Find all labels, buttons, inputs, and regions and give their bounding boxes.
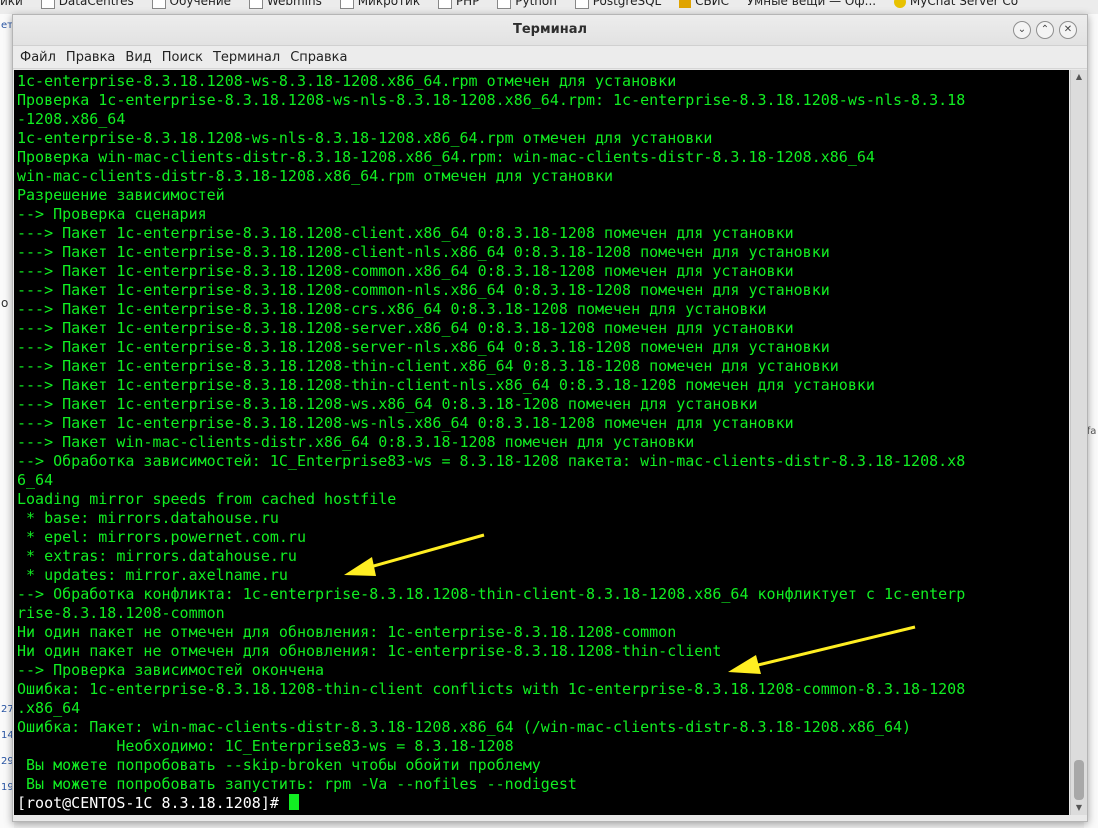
bookmark-datacentres[interactable]: DataCentres xyxy=(40,0,134,9)
bookmark-label: СБИС xyxy=(695,0,730,8)
bookmark-smart-things[interactable]: Умные вещи — Оф... xyxy=(747,0,876,8)
terminal-line: Проверка win-mac-clients-distr-8.3.18-12… xyxy=(17,148,875,166)
menu-terminal[interactable]: Терминал xyxy=(210,47,283,69)
window-titlebar[interactable]: Терминал ⌄ ⌃ ✕ xyxy=(13,15,1087,46)
folder-icon xyxy=(497,0,512,9)
browser-bookmarks-bar: ики DataCentres Обучение Webmins Микроти… xyxy=(0,0,1098,14)
terminal-line: --> Проверка сценария xyxy=(17,205,207,223)
terminal-line: ---> Пакет 1c-enterprise-8.3.18.1208-com… xyxy=(17,262,794,280)
terminal-line: Вы можете попробовать --skip-broken чтоб… xyxy=(17,756,541,774)
menu-view[interactable]: Вид xyxy=(122,47,154,69)
terminal-prompt-line[interactable]: [root@CENTOS-1C 8.3.18.1208]# xyxy=(17,794,1069,813)
terminal-line: ---> Пакет 1c-enterprise-8.3.18.1208-thi… xyxy=(17,376,875,394)
bookmark-label: Микротик xyxy=(357,0,421,8)
scroll-down-arrow-icon[interactable]: ▼ xyxy=(1071,801,1087,815)
bookmark-mychat[interactable]: MyChat Server Co xyxy=(893,0,1019,8)
terminal-line: Ошибка: Пакет: win-mac-clients-distr-8.3… xyxy=(17,718,912,736)
terminal-line: ---> Пакет win-mac-clients-distr.x86_64 … xyxy=(17,433,695,451)
maximize-button[interactable]: ⌃ xyxy=(1036,21,1054,39)
terminal-line: --> Обработка зависимостей: 1C_Enterpris… xyxy=(17,452,966,470)
vertical-scrollbar[interactable]: ▲ ▼ xyxy=(1070,70,1087,815)
menu-bar: Файл Правка Вид Поиск Терминал Справка xyxy=(13,46,1087,69)
terminal-line: * updates: mirror.axelname.ru xyxy=(17,566,288,584)
terminal-line: Вы можете попробовать запустить: rpm -Va… xyxy=(17,775,577,793)
terminal-line: Ошибка: 1c-enterprise-8.3.18.1208-thin-c… xyxy=(17,680,966,698)
terminal-line: ---> Пакет 1c-enterprise-8.3.18.1208-ser… xyxy=(17,319,794,337)
terminal-line: ---> Пакет 1c-enterprise-8.3.18.1208-cli… xyxy=(17,224,794,242)
scroll-up-arrow-icon[interactable]: ▲ xyxy=(1071,70,1087,84)
bookmark-python[interactable]: Python xyxy=(497,0,557,9)
bookmark-label: Webmins xyxy=(266,0,322,8)
terminal-line: ---> Пакет 1c-enterprise-8.3.18.1208-ser… xyxy=(17,338,830,356)
bookmark-label: ики xyxy=(0,0,23,8)
folder-icon xyxy=(40,0,55,9)
bookmark-label: Умные вещи — Оф... xyxy=(746,0,877,8)
terminal-line: Проверка 1c-enterprise-8.3.18.1208-ws-nl… xyxy=(17,91,966,109)
terminal-line: --> Обработка конфликта: 1c-enterprise-8… xyxy=(17,585,966,603)
bookmark-label: PHP xyxy=(455,0,480,8)
sbis-logo-icon xyxy=(679,0,692,8)
terminal-line: Ни один пакет не отмечен для обновления:… xyxy=(17,642,722,660)
terminal-line: 6_64 xyxy=(17,471,54,489)
terminal-line: ---> Пакет 1c-enterprise-8.3.18.1208-crs… xyxy=(17,300,767,318)
folder-icon xyxy=(339,0,354,9)
menu-search[interactable]: Поиск xyxy=(159,47,206,69)
bookmark-label: Обучение xyxy=(169,0,231,8)
terminal-line: Разрешение зависимостей xyxy=(17,186,225,204)
bookmark-postgresql[interactable]: PostgreSQL xyxy=(574,0,662,9)
folder-icon xyxy=(574,0,589,9)
terminal-line: * epel: mirrors.powernet.com.ru xyxy=(17,528,306,546)
menu-file[interactable]: Файл xyxy=(17,47,59,69)
bookmark-label: MyChat Server Co xyxy=(909,0,1019,8)
terminal-line: Необходимо: 1C_Enterprise83-ws = 8.3.18-… xyxy=(17,737,514,755)
terminal-line: 1c-enterprise-8.3.18.1208-ws-8.3.18-1208… xyxy=(17,72,677,90)
bookmark-obuchenie[interactable]: Обучение xyxy=(151,0,231,9)
terminal-line: 1c-enterprise-8.3.18.1208-ws-nls-8.3.18-… xyxy=(17,129,713,147)
menu-help[interactable]: Справка xyxy=(287,47,350,69)
terminal-line: -1208.x86_64 xyxy=(17,110,126,128)
bookmark-label: DataCentres xyxy=(58,0,134,8)
folder-icon xyxy=(248,0,263,9)
terminal-line: ---> Пакет 1c-enterprise-8.3.18.1208-cli… xyxy=(17,243,830,261)
terminal-line: .x86_64 xyxy=(17,699,81,717)
terminal-lines: 1c-enterprise-8.3.18.1208-ws-8.3.18-1208… xyxy=(14,70,1069,813)
terminal-line: * extras: mirrors.datahouse.ru xyxy=(17,547,297,565)
bookmark-mikrotik[interactable]: Микротик xyxy=(339,0,421,9)
mychat-logo-icon xyxy=(893,0,906,8)
terminal-window: Терминал ⌄ ⌃ ✕ Файл Правка Вид Поиск Термина… xyxy=(12,14,1088,822)
shell-prompt: [root@CENTOS-1C 8.3.18.1208]# xyxy=(17,794,288,812)
terminal-line: Ни один пакет не отмечен для обновления:… xyxy=(17,623,677,641)
terminal-line: ---> Пакет 1c-enterprise-8.3.18.1208-ws.… xyxy=(17,395,758,413)
window-title: Терминал xyxy=(512,22,587,37)
bookmark-0[interactable]: ики xyxy=(0,0,23,8)
terminal-output-area[interactable]: 1c-enterprise-8.3.18.1208-ws-8.3.18-1208… xyxy=(14,70,1069,815)
menu-edit[interactable]: Правка xyxy=(63,47,118,69)
minimize-button[interactable]: ⌄ xyxy=(1013,21,1031,39)
text-cursor xyxy=(288,794,299,810)
terminal-line: * base: mirrors.datahouse.ru xyxy=(17,509,279,527)
terminal-line: --> Проверка зависимостей окончена xyxy=(17,661,325,679)
close-button[interactable]: ✕ xyxy=(1059,21,1077,39)
bookmark-label: PostgreSQL xyxy=(592,0,662,8)
terminal-line: ---> Пакет 1c-enterprise-8.3.18.1208-com… xyxy=(17,281,830,299)
folder-icon xyxy=(437,0,452,9)
bookmark-label: Python xyxy=(515,0,557,8)
scrollbar-thumb[interactable] xyxy=(1074,760,1084,800)
bookmark-webmins[interactable]: Webmins xyxy=(248,0,322,9)
terminal-line: Loading mirror speeds from cached hostfi… xyxy=(17,490,397,508)
terminal-line: ---> Пакет 1c-enterprise-8.3.18.1208-thi… xyxy=(17,357,839,375)
folder-icon xyxy=(151,0,166,9)
terminal-line: win-mac-clients-distr-8.3.18-1208.x86_64… xyxy=(17,167,614,185)
bg-fragment: о xyxy=(1,296,9,310)
terminal-line: ---> Пакет 1c-enterprise-8.3.18.1208-ws-… xyxy=(17,414,794,432)
bookmark-php[interactable]: PHP xyxy=(437,0,480,9)
terminal-line: rise-8.3.18.1208-common xyxy=(17,604,225,622)
bookmark-sbis[interactable]: СБИС xyxy=(679,0,729,8)
